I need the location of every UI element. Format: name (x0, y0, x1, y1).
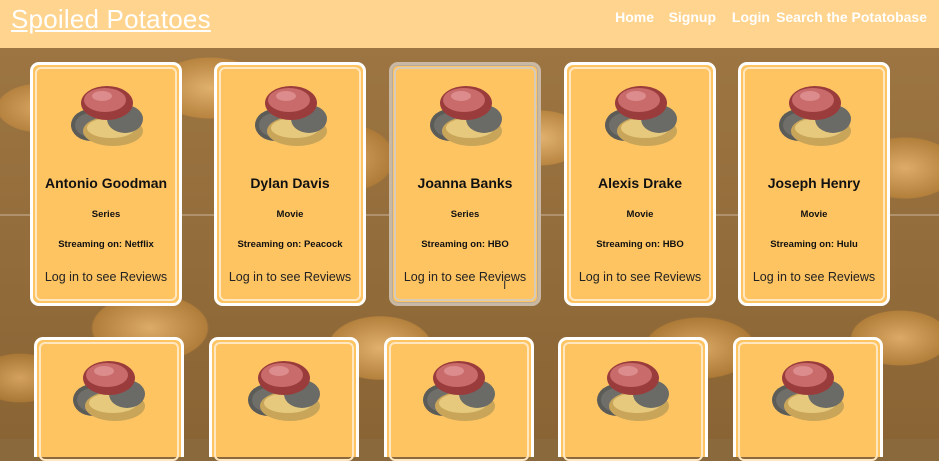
card-antonio-goodman[interactable]: Antonio Goodman Series Streaming on: Net… (30, 62, 182, 306)
card-title: Dylan Davis (250, 175, 330, 191)
potato-image (73, 361, 145, 421)
nav-search[interactable]: Search the Potatobase (776, 9, 927, 25)
card-type: Series (91, 209, 121, 220)
card-dylan-davis[interactable]: Dylan Davis Movie Streaming on: Peacock … (214, 62, 366, 306)
card-streaming: Streaming on: Hulu (770, 239, 858, 250)
card-streaming: Streaming on: HBO (596, 239, 684, 250)
card-streaming: Streaming on: Peacock (237, 239, 343, 250)
card-title: Joseph Henry (767, 175, 861, 191)
card-title: Antonio Goodman (44, 175, 168, 191)
potato-image (430, 86, 502, 146)
card-row2-5[interactable] (733, 337, 883, 461)
brand-link[interactable]: Spoiled Potatoes (11, 4, 211, 35)
nav-login[interactable]: Login (732, 9, 770, 25)
card-reviews-link[interactable]: Log in to see Reviews (567, 270, 713, 284)
card-streaming: Streaming on: HBO (421, 239, 509, 250)
card-row2-1[interactable] (34, 337, 184, 461)
card-reviews-link[interactable]: Log in to see Reviews (217, 270, 363, 284)
potato-image (772, 361, 844, 421)
card-reviews-link[interactable]: Log in to see Reviews (741, 270, 887, 284)
potato-image (255, 86, 327, 146)
potato-image (71, 86, 143, 146)
potato-image (597, 361, 669, 421)
card-type: Movie (800, 209, 828, 220)
card-type: Movie (626, 209, 654, 220)
potato-image (423, 361, 495, 421)
text-cursor-icon: I (503, 278, 507, 292)
card-title: Alexis Drake (597, 175, 683, 191)
nav-home[interactable]: Home (615, 9, 654, 25)
card-row2-4[interactable] (558, 337, 708, 461)
potato-image (779, 86, 851, 146)
card-reviews-link[interactable]: Log in to see Reviews (392, 270, 538, 284)
card-title: Joanna Banks (417, 175, 513, 191)
card-joanna-banks[interactable]: Joanna Banks Series Streaming on: HBO Lo… (389, 62, 541, 306)
card-type: Movie (276, 209, 304, 220)
card-joseph-henry[interactable]: Joseph Henry Movie Streaming on: Hulu Lo… (738, 62, 890, 306)
potato-image (605, 86, 677, 146)
navbar: Spoiled Potatoes Home Signup Login Searc… (0, 0, 939, 48)
card-reviews-link[interactable]: Log in to see Reviews (33, 270, 179, 284)
nav-signup[interactable]: Signup (669, 9, 716, 25)
card-streaming: Streaming on: Netflix (58, 239, 154, 250)
card-row2-2[interactable] (209, 337, 359, 461)
card-type: Series (450, 209, 480, 220)
card-row2-3[interactable] (384, 337, 534, 461)
card-alexis-drake[interactable]: Alexis Drake Movie Streaming on: HBO Log… (564, 62, 716, 306)
potato-image (248, 361, 320, 421)
